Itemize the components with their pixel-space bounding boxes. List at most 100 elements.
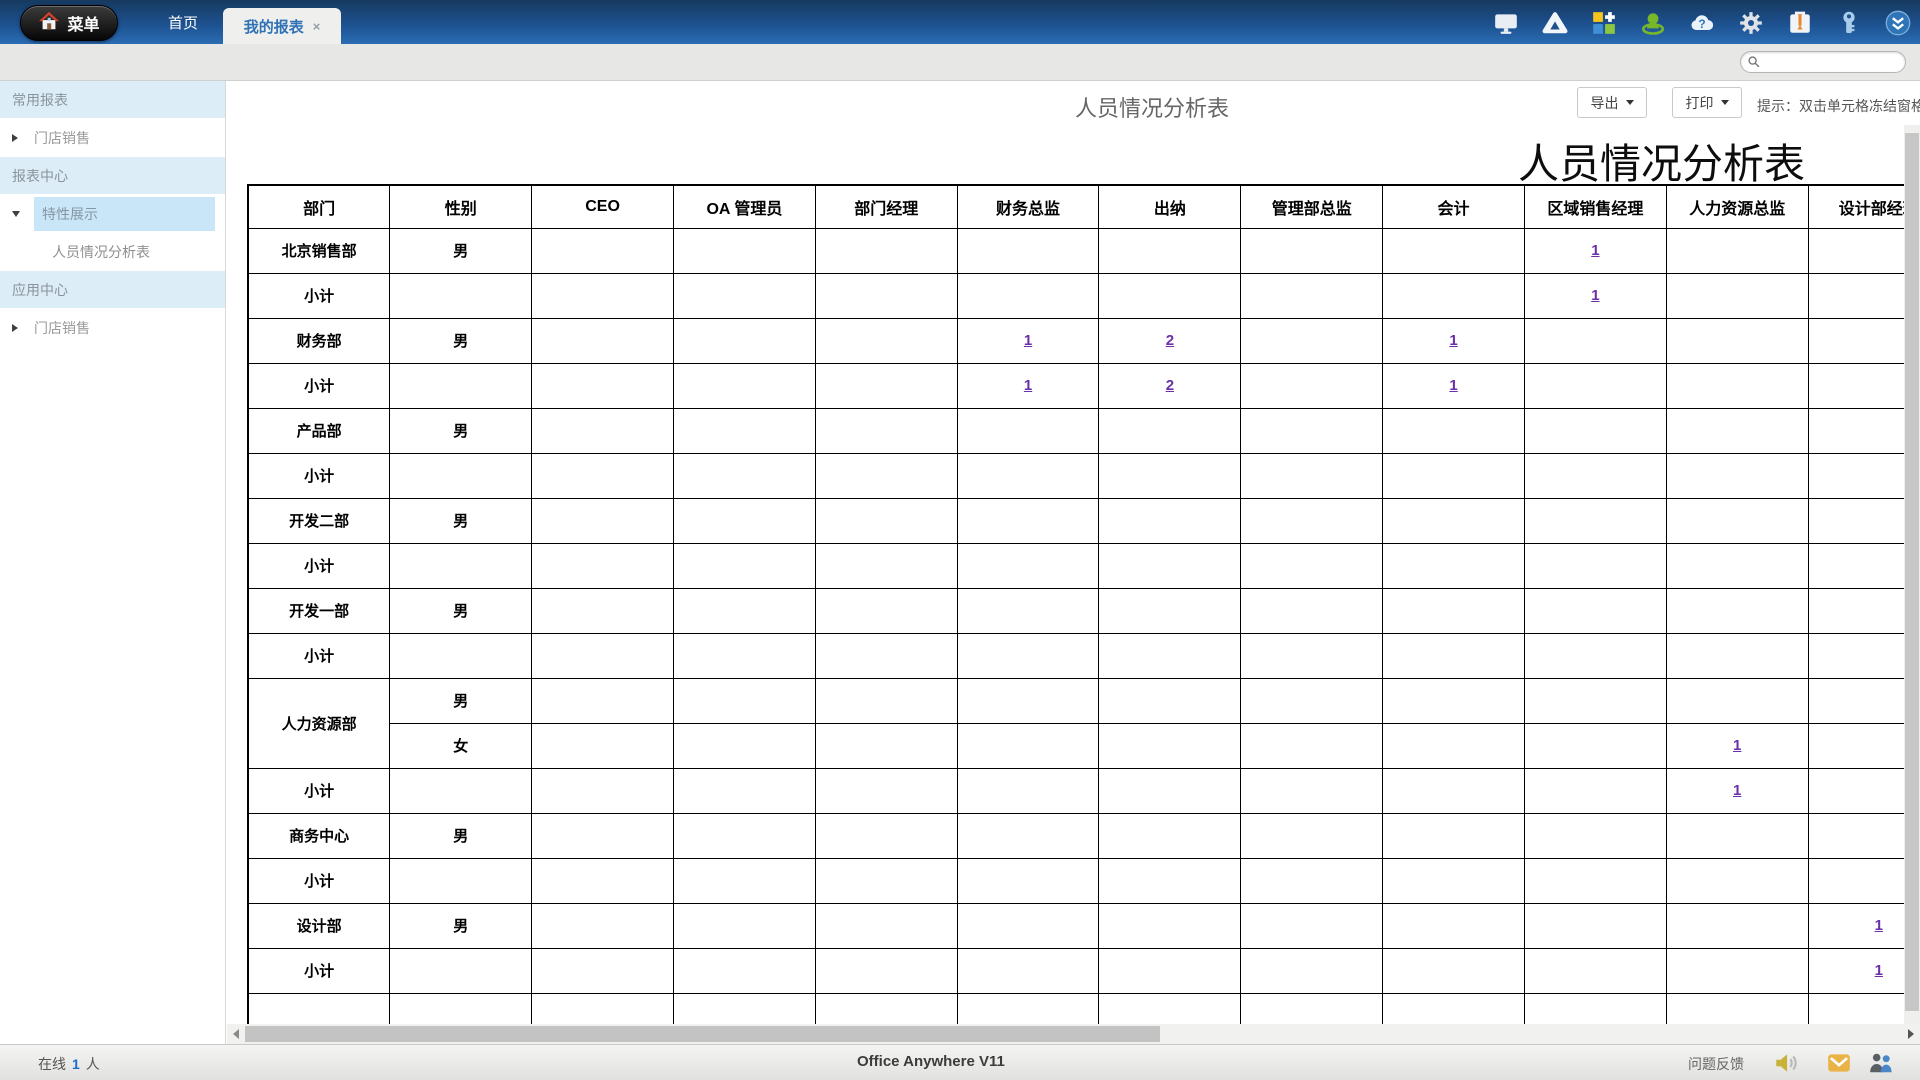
value-cell [1808, 408, 1904, 453]
print-label: 打印 [1686, 93, 1714, 113]
drilldown-link[interactable]: 1 [1733, 737, 1741, 754]
drilldown-link[interactable]: 1 [1591, 242, 1599, 259]
table-row: 小计1 [248, 273, 1904, 318]
drilldown-link[interactable]: 1 [1591, 287, 1599, 304]
top-bar: 菜单 首页 我的报表 × ? [0, 0, 1920, 44]
cloud-help-icon[interactable]: ? [1688, 9, 1715, 36]
drilldown-link[interactable]: 2 [1166, 377, 1174, 394]
feedback-link[interactable]: 问题反馈 [1688, 1054, 1744, 1074]
value-cell [1099, 948, 1241, 993]
speaker-icon[interactable] [1773, 1050, 1799, 1076]
sidebar-section-app-center[interactable]: 应用中心 [0, 271, 225, 308]
report-body: 北京销售部男1小计1财务部男121小计121产品部男小计开发二部男小计开发一部男… [248, 228, 1904, 1024]
drilldown-link[interactable]: 1 [1733, 782, 1741, 799]
people-icon[interactable] [1868, 1050, 1894, 1076]
dept-cell: 产品部 [248, 408, 390, 453]
value-cell [1808, 858, 1904, 903]
apps-icon[interactable] [1590, 9, 1617, 36]
search-box[interactable] [1740, 51, 1906, 73]
value-cell [1524, 993, 1666, 1024]
table-row: 小计121 [248, 363, 1904, 408]
drilldown-link[interactable]: 1 [1875, 962, 1883, 979]
value-cell [815, 273, 957, 318]
sidebar-item-store-sales-2[interactable]: 门店销售 [0, 309, 225, 347]
value-cell [1241, 768, 1383, 813]
value-cell: 1 [1524, 228, 1666, 273]
toolbox-icon[interactable] [1786, 9, 1813, 36]
value-cell [957, 633, 1099, 678]
gender-cell: 女 [390, 723, 532, 768]
close-icon[interactable]: × [313, 19, 321, 34]
value-cell: 1 [1808, 948, 1904, 993]
value-cell [957, 723, 1099, 768]
tab-home[interactable]: 首页 [150, 0, 216, 44]
drilldown-link[interactable]: 2 [1166, 332, 1174, 349]
value-cell [1808, 363, 1904, 408]
column-header: 部门经理 [815, 185, 957, 228]
value-cell [1666, 903, 1808, 948]
sidebar: 常用报表 门店销售 报表中心 特性展示 人员情况分析表 应用中心 门店销售 [0, 81, 226, 1044]
export-button[interactable]: 导出 [1577, 87, 1647, 118]
value-cell [1524, 318, 1666, 363]
value-cell [957, 858, 1099, 903]
sidebar-section-report-center[interactable]: 报表中心 [0, 157, 225, 194]
tab-my-reports[interactable]: 我的报表 × [223, 8, 341, 44]
print-button[interactable]: 打印 [1672, 87, 1742, 118]
drilldown-link[interactable]: 1 [1875, 917, 1883, 934]
column-header: 会计 [1383, 185, 1525, 228]
value-cell [1666, 498, 1808, 543]
value-cell [1099, 453, 1241, 498]
sidebar-item-personnel-analysis[interactable]: 人员情况分析表 [0, 233, 225, 271]
value-cell [1808, 633, 1904, 678]
search-input[interactable] [1765, 55, 1895, 69]
value-cell [1524, 633, 1666, 678]
chevron-right-icon [12, 134, 18, 142]
drilldown-link[interactable]: 1 [1024, 377, 1032, 394]
tab-home-label: 首页 [168, 12, 198, 33]
value-cell [1666, 273, 1808, 318]
value-cell [532, 363, 674, 408]
value-cell [957, 768, 1099, 813]
logo-a-icon[interactable] [1541, 9, 1568, 36]
vertical-scrollbar[interactable] [1904, 125, 1920, 1024]
sub-header-strip [0, 44, 1920, 81]
horizontal-scrollbar-thumb[interactable] [245, 1026, 1160, 1042]
sidebar-section-common-reports[interactable]: 常用报表 [0, 81, 225, 118]
sidebar-item-store-sales-1[interactable]: 门店销售 [0, 119, 225, 157]
value-cell [1808, 768, 1904, 813]
menu-button[interactable]: 菜单 [20, 5, 118, 41]
menu-label: 菜单 [67, 11, 99, 35]
expand-icon[interactable] [1884, 9, 1911, 36]
drilldown-link[interactable]: 1 [1449, 332, 1457, 349]
settings-icon[interactable] [1737, 9, 1764, 36]
table-row: 产品部男 [248, 408, 1904, 453]
vertical-scrollbar-thumb[interactable] [1905, 133, 1919, 1011]
value-cell [532, 813, 674, 858]
value-cell [1099, 228, 1241, 273]
value-cell [957, 498, 1099, 543]
gender-cell [390, 633, 532, 678]
value-cell [815, 813, 957, 858]
scroll-left-arrow[interactable] [227, 1024, 245, 1044]
value-cell [532, 273, 674, 318]
drilldown-link[interactable]: 1 [1024, 332, 1032, 349]
key-icon[interactable] [1835, 9, 1862, 36]
online-prefix: 在线 [38, 1056, 66, 1072]
contact-icon[interactable] [1639, 9, 1666, 36]
value-cell [1099, 768, 1241, 813]
value-cell [532, 588, 674, 633]
column-header: OA 管理员 [673, 185, 815, 228]
sidebar-item-feature-demo[interactable]: 特性展示 [0, 195, 225, 233]
monitor-icon[interactable] [1492, 9, 1519, 36]
value-cell [532, 498, 674, 543]
horizontal-scrollbar[interactable] [227, 1024, 1920, 1044]
value-cell [1666, 813, 1808, 858]
value-cell [1383, 498, 1525, 543]
value-cell [1241, 678, 1383, 723]
value-cell [1666, 228, 1808, 273]
drilldown-link[interactable]: 1 [1449, 377, 1457, 394]
dept-cell: 设计部 [248, 903, 390, 948]
scroll-right-arrow[interactable] [1902, 1024, 1920, 1044]
mail-icon[interactable] [1826, 1050, 1852, 1076]
value-cell [815, 588, 957, 633]
